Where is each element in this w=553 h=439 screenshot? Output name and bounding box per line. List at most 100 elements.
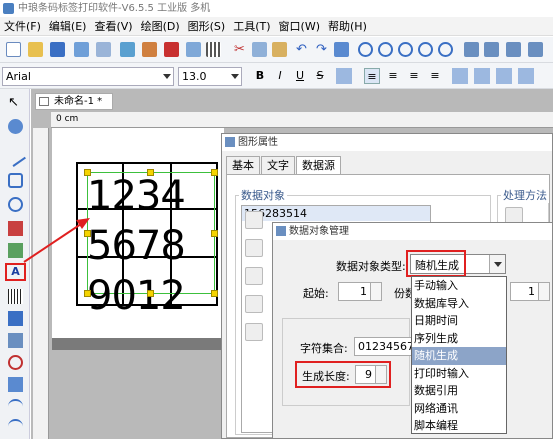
ellipse-tool-icon[interactable] [8, 197, 23, 212]
charset-input[interactable]: 012345678 [354, 337, 412, 356]
delete-icon[interactable] [334, 42, 349, 57]
add-icon[interactable] [245, 211, 263, 229]
redo-icon[interactable]: ↷ [314, 42, 329, 57]
edit-icon[interactable] [245, 239, 263, 257]
pan-icon[interactable] [8, 119, 23, 134]
menu-window[interactable]: 窗口(W) [275, 18, 324, 34]
resize-handle[interactable] [211, 230, 218, 237]
font-size-select[interactable]: 13.0 [178, 67, 242, 86]
polygon-tool-icon[interactable] [8, 221, 23, 236]
valign-middle-icon[interactable] [474, 68, 490, 84]
resize-handle[interactable] [147, 290, 154, 297]
strikethrough-button[interactable]: S [312, 68, 328, 84]
menu-help[interactable]: 帮助(H) [324, 18, 371, 34]
qrcode-tool-icon[interactable] [8, 311, 23, 326]
resize-handle[interactable] [211, 290, 218, 297]
label-setup-icon[interactable] [164, 42, 179, 57]
spinner-arrows-icon[interactable] [538, 283, 549, 300]
layout-icon[interactable] [186, 42, 201, 57]
table-tool-icon[interactable] [8, 333, 23, 348]
curve-tool-icon[interactable] [8, 399, 23, 414]
zoom-actual-icon[interactable] [418, 42, 433, 57]
grid-icon[interactable] [206, 42, 221, 57]
menu-view[interactable]: 查看(V) [90, 18, 136, 34]
type-select-button[interactable] [489, 255, 505, 273]
list-item[interactable]: 156283514 [242, 206, 430, 221]
align-justify-icon[interactable]: ≡ [427, 68, 443, 84]
open-folder-icon[interactable] [28, 42, 43, 57]
settings-icon[interactable] [142, 42, 157, 57]
tab-text[interactable]: 文字 [261, 156, 295, 174]
dropdown-option-database[interactable]: 数据库导入 [412, 295, 506, 313]
dropdown-option-data-reference[interactable]: 数据引用 [412, 382, 506, 400]
align-objects-icon[interactable] [464, 42, 479, 57]
save-icon[interactable] [50, 42, 65, 57]
arc-tool-icon[interactable] [8, 419, 23, 434]
delete-icon[interactable] [245, 267, 263, 285]
line-tool-icon[interactable] [5, 146, 26, 167]
bring-front-icon[interactable] [506, 42, 521, 57]
undo-icon[interactable]: ↶ [294, 42, 309, 57]
pointer-icon[interactable]: ↖ [8, 95, 23, 110]
circle-text-icon[interactable] [8, 355, 23, 370]
zoom-out-icon[interactable] [378, 42, 393, 57]
valign-top-icon[interactable] [452, 68, 468, 84]
dropdown-option-random[interactable]: 随机生成 [412, 347, 506, 365]
dropdown-option-network[interactable]: 网络通讯 [412, 400, 506, 418]
zoom-in-icon[interactable] [358, 42, 373, 57]
dropdown-option-script[interactable]: 脚本编程 [412, 417, 506, 435]
italic-button[interactable]: I [272, 68, 288, 84]
tab-datasource[interactable]: 数据源 [296, 156, 341, 174]
barcode-tool-icon[interactable] [8, 289, 23, 304]
valign-bottom-icon[interactable] [496, 68, 512, 84]
resize-handle[interactable] [84, 169, 91, 176]
print-icon[interactable] [74, 42, 89, 57]
variable-tool-icon[interactable] [8, 377, 23, 392]
menu-file[interactable]: 文件(F) [0, 18, 45, 34]
move-up-icon[interactable] [245, 295, 263, 313]
underline-button[interactable]: U [292, 68, 308, 84]
start-spinner[interactable]: 1 [338, 282, 382, 301]
align-right-icon[interactable]: ≡ [406, 68, 422, 84]
text-color-icon[interactable] [336, 68, 352, 84]
move-down-icon[interactable] [245, 323, 263, 341]
font-size-value: 13.0 [182, 70, 207, 83]
group-icon[interactable] [484, 42, 499, 57]
text-direction-icon[interactable] [518, 68, 534, 84]
rectangle-tool-icon[interactable] [8, 173, 23, 188]
spinner-arrows-icon[interactable] [370, 283, 381, 300]
resize-handle[interactable] [147, 169, 154, 176]
window-title-bar: 中琅条码标签打印软件-V6.5.5 工业版 多机 [0, 0, 553, 17]
resize-handle[interactable] [211, 169, 218, 176]
new-file-icon[interactable] [6, 42, 21, 57]
align-center-icon[interactable]: ≡ [385, 68, 401, 84]
copies-spinner[interactable]: 1 [510, 282, 550, 301]
database-icon[interactable] [120, 42, 135, 57]
copy-icon[interactable] [252, 42, 267, 57]
zoom-page-icon[interactable] [438, 42, 453, 57]
menu-edit[interactable]: 编辑(E) [45, 18, 91, 34]
resize-handle[interactable] [84, 290, 91, 297]
dropdown-option-print-input[interactable]: 打印时输入 [412, 365, 506, 383]
document-tab[interactable]: 未命名-1 * [35, 93, 113, 110]
align-left-icon[interactable]: ≡ [364, 68, 380, 84]
menu-shape[interactable]: 图形(S) [184, 18, 230, 34]
cut-icon[interactable]: ✂ [232, 42, 247, 57]
font-family-select[interactable]: Arial [2, 67, 174, 86]
tab-basic[interactable]: 基本 [226, 156, 260, 174]
text-tool-icon[interactable]: A [5, 263, 26, 281]
zoom-fit-icon[interactable] [398, 42, 413, 57]
send-back-icon[interactable] [528, 42, 543, 57]
menu-draw[interactable]: 绘图(D) [137, 18, 184, 34]
image-tool-icon[interactable] [8, 243, 23, 258]
resize-handle[interactable] [84, 230, 91, 237]
process-method-label: 处理方法 [501, 187, 549, 203]
menu-tools[interactable]: 工具(T) [229, 18, 274, 34]
dropdown-option-datetime[interactable]: 日期时间 [412, 312, 506, 330]
chevron-down-icon [494, 262, 502, 267]
print-preview-icon[interactable] [96, 42, 111, 57]
bold-button[interactable]: B [252, 68, 268, 84]
dropdown-option-manual[interactable]: 手动输入 [412, 277, 506, 295]
dropdown-option-sequence[interactable]: 序列生成 [412, 330, 506, 348]
paste-icon[interactable] [272, 42, 287, 57]
